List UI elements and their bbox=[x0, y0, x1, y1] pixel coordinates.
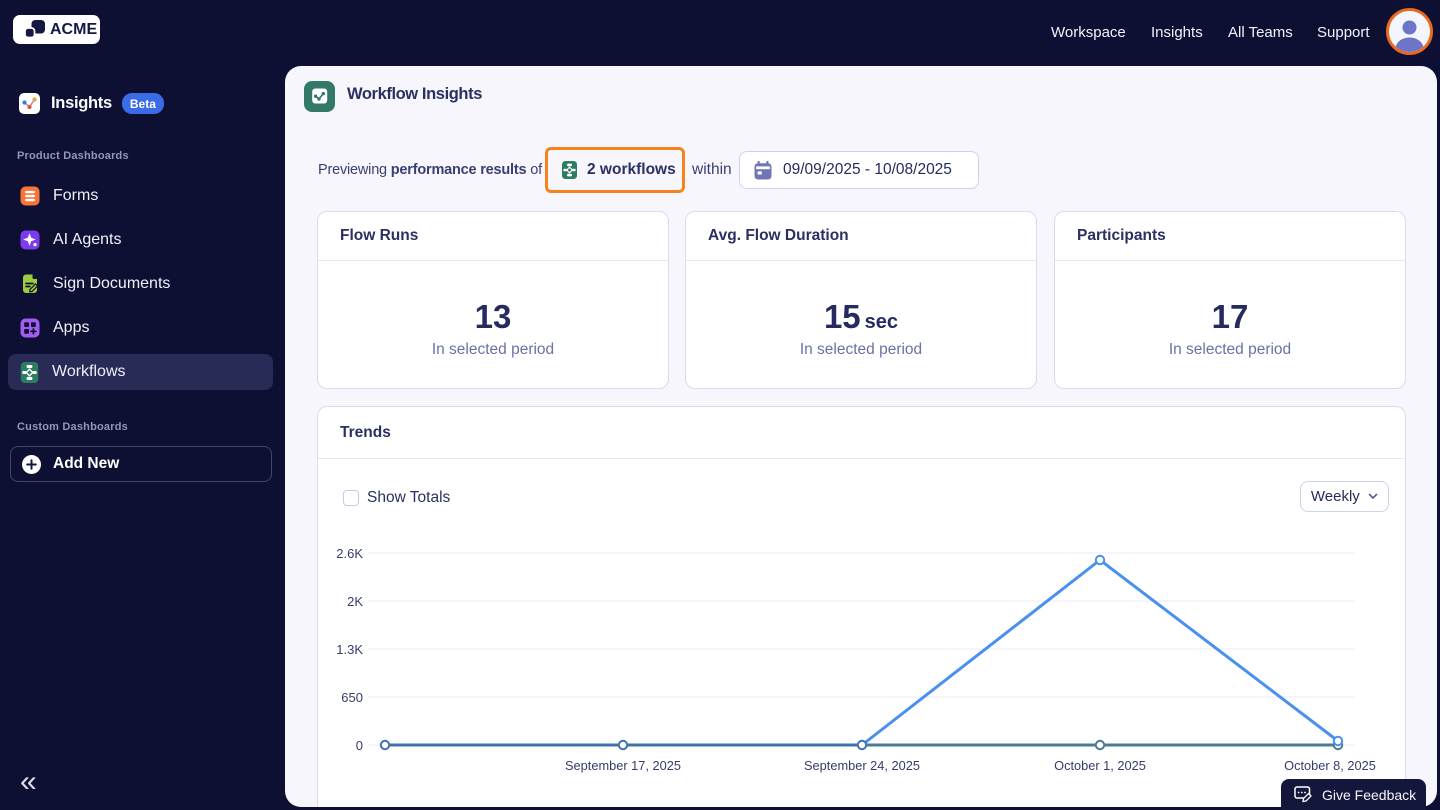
svg-text:October 1, 2025: October 1, 2025 bbox=[1054, 758, 1146, 773]
svg-text:2K: 2K bbox=[347, 594, 363, 609]
svg-text:1.3K: 1.3K bbox=[336, 642, 363, 657]
svg-text:0: 0 bbox=[356, 738, 363, 753]
svg-text:September 24, 2025: September 24, 2025 bbox=[804, 758, 920, 773]
svg-text:September 17, 2025: September 17, 2025 bbox=[565, 758, 681, 773]
svg-text:2.6K: 2.6K bbox=[336, 546, 363, 561]
svg-text:650: 650 bbox=[341, 690, 363, 705]
svg-text:October 8, 2025: October 8, 2025 bbox=[1284, 758, 1376, 773]
